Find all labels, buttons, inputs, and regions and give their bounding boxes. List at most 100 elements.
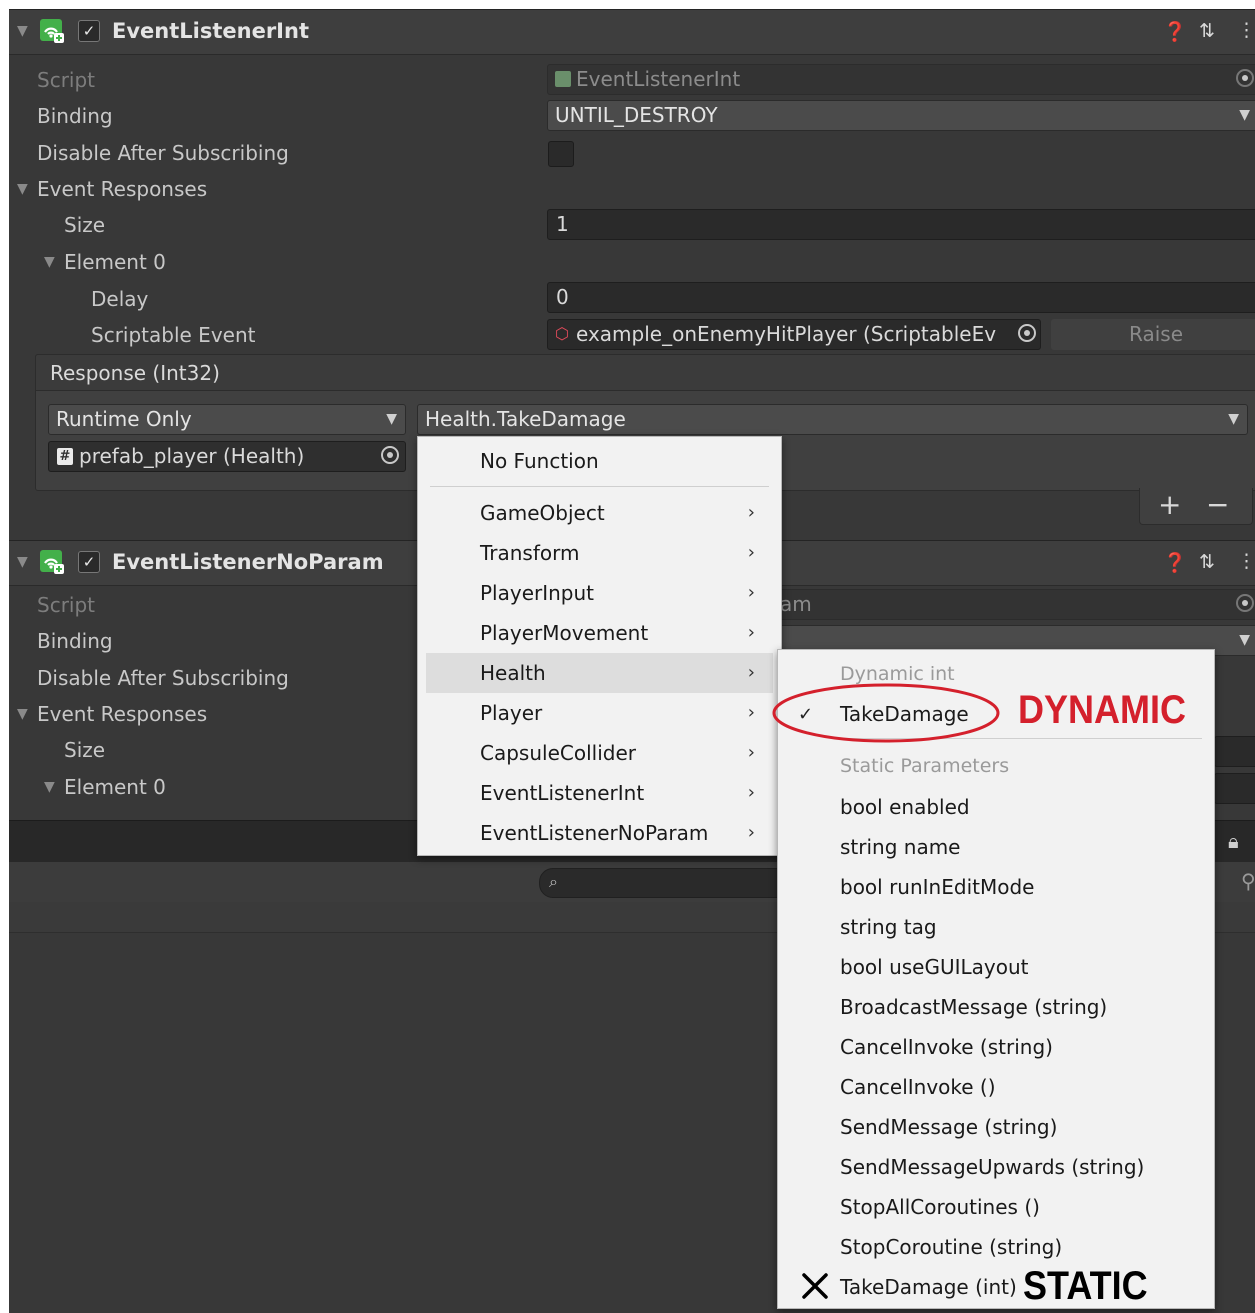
object-picker-icon[interactable] xyxy=(1018,324,1036,342)
menu-item-label: Health xyxy=(480,661,546,685)
foldout-arrow-icon[interactable]: ▼ xyxy=(17,706,28,722)
more-options-icon[interactable]: ⋮ xyxy=(1237,19,1255,41)
menu-item-cancelinvoke[interactable]: CancelInvoke () xyxy=(840,1075,996,1099)
delay-label: Delay xyxy=(91,287,149,311)
foldout-arrow-icon[interactable]: ▼ xyxy=(44,254,55,270)
chevron-down-icon: ▼ xyxy=(1239,632,1250,648)
response-title: Response (Int32) xyxy=(50,361,220,385)
target-object-value: prefab_player (Health) xyxy=(79,444,305,468)
component-enabled-checkbox[interactable]: ✓ xyxy=(78,551,100,573)
menu-item-label: EventListenerInt xyxy=(480,781,645,805)
disable-after-subscribing-label: Disable After Subscribing xyxy=(37,666,289,690)
chevron-right-icon: › xyxy=(747,622,755,643)
presets-icon[interactable]: ⇅ xyxy=(1199,551,1215,573)
menu-item-string-name[interactable]: string name xyxy=(840,835,961,859)
function-dropdown[interactable]: Health.TakeDamage ▼ xyxy=(417,404,1248,435)
menu-item-takedamage-static[interactable]: TakeDamage (int) xyxy=(840,1275,1017,1299)
chevron-right-icon: › xyxy=(747,702,755,723)
scriptable-event-value: example_onEnemyHitPlayer (ScriptableEv xyxy=(576,322,997,346)
function-value: Health.TakeDamage xyxy=(425,407,626,431)
chevron-right-icon: › xyxy=(747,502,755,523)
component-enabled-checkbox[interactable]: ✓ xyxy=(78,20,100,42)
component-header-eventlistenerint[interactable]: ▼ ✓ EventListenerInt ❓ ⇅ ⋮ xyxy=(9,9,1255,55)
script-label: Script xyxy=(37,593,96,617)
function-menu: No Function GameObject › Transform › Playe… xyxy=(417,436,782,856)
script-label: Script xyxy=(37,68,96,92)
menu-item-broadcastmessage[interactable]: BroadcastMessage (string) xyxy=(840,995,1107,1019)
menu-item-label: PlayerMovement xyxy=(480,621,649,645)
remove-element-button[interactable]: − xyxy=(1206,488,1229,522)
binding-label: Binding xyxy=(37,104,113,128)
menu-item-gameobject[interactable]: GameObject › xyxy=(426,493,773,533)
presets-icon[interactable]: ⇅ xyxy=(1199,20,1215,42)
health-submenu: Dynamic int ✓ TakeDamage Static Paramete… xyxy=(777,649,1215,1309)
menu-item-stopallcoroutines[interactable]: StopAllCoroutines () xyxy=(840,1195,1040,1219)
scriptable-event-icon: ⬡ xyxy=(555,324,569,343)
search-field[interactable]: ⌕ xyxy=(539,868,791,898)
foldout-arrow-icon[interactable]: ▼ xyxy=(17,554,28,570)
script-icon xyxy=(555,71,571,87)
chevron-right-icon: › xyxy=(747,662,755,683)
script-field[interactable]: EventListenerInt xyxy=(547,64,1255,95)
menu-item-eventlistenerint[interactable]: EventListenerInt › xyxy=(426,773,773,813)
more-options-icon[interactable]: ⋮ xyxy=(1237,550,1255,572)
menu-item-bool-enabled[interactable]: bool enabled xyxy=(840,795,970,819)
menu-item-capsulecollider[interactable]: CapsuleCollider › xyxy=(426,733,773,773)
menu-item-no-function[interactable]: No Function xyxy=(426,441,773,481)
menu-item-label: EventListenerNoParam xyxy=(480,821,709,845)
disable-after-subscribing-checkbox[interactable] xyxy=(548,141,574,167)
size-field[interactable] xyxy=(1214,736,1255,767)
menu-item-label: Player xyxy=(480,701,543,725)
binding-label: Binding xyxy=(37,629,113,653)
event-listener-icon xyxy=(40,19,64,43)
menu-item-eventlistenernoparam[interactable]: EventListenerNoParam › xyxy=(426,813,773,853)
delay-field[interactable]: 0 xyxy=(547,282,1255,313)
pin-icon[interactable]: ⚲ xyxy=(1241,869,1255,893)
add-element-button[interactable]: + xyxy=(1158,488,1181,522)
size-label: Size xyxy=(64,213,106,237)
menu-item-sendmessageupwards[interactable]: SendMessageUpwards (string) xyxy=(840,1155,1144,1179)
menu-item-transform[interactable]: Transform › xyxy=(426,533,773,573)
menu-item-cancelinvoke-string[interactable]: CancelInvoke (string) xyxy=(840,1035,1053,1059)
component-title: EventListenerNoParam xyxy=(112,550,384,574)
script-hash-icon: # xyxy=(57,448,73,465)
menu-item-string-tag[interactable]: string tag xyxy=(840,915,937,939)
chevron-down-icon: ▼ xyxy=(1239,107,1250,123)
foldout-arrow-icon[interactable]: ▼ xyxy=(44,779,55,795)
target-object-field[interactable]: prefab_player (Health) # xyxy=(48,441,406,472)
menu-item-playerinput[interactable]: PlayerInput › xyxy=(426,573,773,613)
chevron-down-icon: ▼ xyxy=(386,411,397,427)
lock-icon[interactable]: 🔒︎ xyxy=(1228,829,1239,853)
chevron-right-icon: › xyxy=(747,822,755,843)
foldout-arrow-icon[interactable]: ▼ xyxy=(17,181,28,197)
dynamic-highlight-ellipse xyxy=(772,683,1000,743)
object-picker-icon[interactable] xyxy=(1236,69,1254,87)
menu-item-player[interactable]: Player › xyxy=(426,693,773,733)
list-footer: + − xyxy=(1139,488,1253,525)
foldout-arrow-icon[interactable]: ▼ xyxy=(17,23,28,39)
object-picker-icon[interactable] xyxy=(1236,594,1254,612)
runtime-only-value: Runtime Only xyxy=(56,407,192,431)
menu-item-bool-useguilayout[interactable]: bool useGUILayout xyxy=(840,955,1029,979)
script-value: am xyxy=(780,592,812,616)
search-icon: ⌕ xyxy=(549,872,558,891)
runtime-only-dropdown[interactable]: Runtime Only ▼ xyxy=(48,404,406,435)
event-responses-label: Event Responses xyxy=(37,702,208,726)
menu-item-stopcoroutine[interactable]: StopCoroutine (string) xyxy=(840,1235,1062,1259)
raise-button[interactable]: Raise xyxy=(1051,319,1255,350)
help-icon[interactable]: ❓ xyxy=(1163,551,1187,574)
menu-item-health[interactable]: Health › xyxy=(426,653,773,693)
menu-item-playermovement[interactable]: PlayerMovement › xyxy=(426,613,773,653)
help-icon[interactable]: ❓ xyxy=(1163,20,1187,43)
scriptable-event-field[interactable]: example_onEnemyHitPlayer (ScriptableEv ⬡ xyxy=(547,319,1041,350)
binding-value: UNTIL_DESTROY xyxy=(555,103,718,127)
event-responses-label: Event Responses xyxy=(37,177,208,201)
menu-item-label: GameObject xyxy=(480,501,605,525)
menu-item-sendmessage[interactable]: SendMessage (string) xyxy=(840,1115,1057,1139)
component-title: EventListenerInt xyxy=(112,19,309,43)
menu-item-bool-runineditmode[interactable]: bool runInEditMode xyxy=(840,875,1034,899)
object-picker-icon[interactable] xyxy=(381,446,399,464)
binding-dropdown[interactable]: UNTIL_DESTROY ▼ xyxy=(547,100,1255,131)
size-field[interactable]: 1 xyxy=(547,209,1255,240)
element-field[interactable] xyxy=(1214,773,1255,804)
